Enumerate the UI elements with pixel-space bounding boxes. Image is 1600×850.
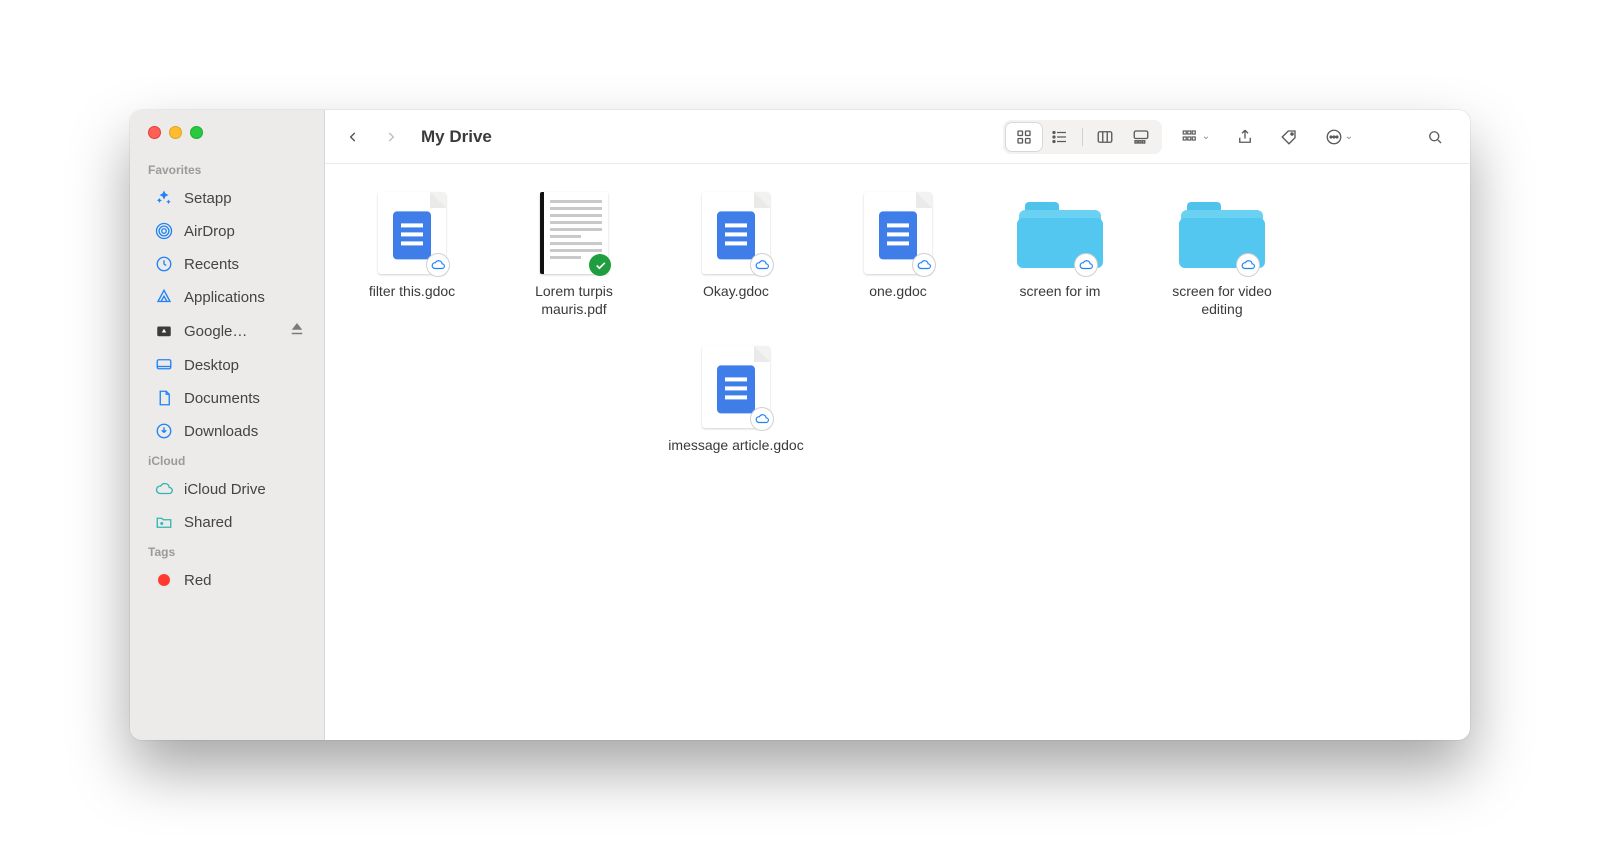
close-window-button[interactable]	[148, 126, 161, 139]
file-item[interactable]: filter this.gdoc	[335, 182, 489, 328]
tag-dot-icon	[154, 570, 174, 590]
desktop-icon	[154, 355, 174, 375]
cloud-badge-icon	[913, 254, 935, 276]
icon-view-button[interactable]	[1006, 123, 1042, 151]
sidebar-item-documents[interactable]: Documents	[136, 382, 318, 414]
shared-folder-icon	[154, 512, 174, 532]
document-icon	[154, 388, 174, 408]
chevron-down-icon: ⌄	[1345, 131, 1353, 142]
sidebar-item-icloud-drive[interactable]: iCloud Drive	[136, 473, 318, 505]
sidebar-item-airdrop[interactable]: AirDrop	[136, 215, 318, 247]
cloud-badge-icon	[1237, 254, 1259, 276]
gdoc-icon	[693, 342, 779, 428]
column-view-button[interactable]	[1087, 123, 1123, 151]
file-item[interactable]: screen for im	[983, 182, 1137, 328]
gdoc-icon	[693, 188, 779, 274]
cloud-badge-icon	[751, 408, 773, 430]
tags-button[interactable]	[1272, 123, 1306, 151]
fullscreen-window-button[interactable]	[190, 126, 203, 139]
airdrop-icon	[154, 221, 174, 241]
sidebar-item-label: Shared	[184, 514, 306, 531]
sidebar-item-label: Desktop	[184, 357, 306, 374]
window-controls	[130, 120, 324, 157]
forward-button[interactable]	[377, 123, 405, 151]
sidebar-item-recents[interactable]: Recents	[136, 248, 318, 280]
more-actions-button[interactable]: ⌄	[1316, 123, 1362, 151]
search-button[interactable]	[1418, 123, 1452, 151]
applications-icon	[154, 287, 174, 307]
back-button[interactable]	[339, 123, 367, 151]
file-name: Okay.gdoc	[703, 282, 769, 300]
setapp-icon	[154, 188, 174, 208]
toolbar: My Drive	[325, 110, 1470, 164]
cloud-badge-icon	[751, 254, 773, 276]
drive-icon	[154, 321, 174, 341]
file-item[interactable]: imessage article.gdoc	[659, 336, 813, 464]
file-item[interactable]: screen for video editing	[1145, 182, 1299, 328]
gallery-view-button[interactable]	[1123, 123, 1159, 151]
sidebar-item-label: Recents	[184, 256, 306, 273]
chevron-down-icon: ⌄	[1202, 131, 1210, 142]
folder-icon	[1179, 188, 1265, 274]
gdoc-icon	[369, 188, 455, 274]
share-button[interactable]	[1228, 123, 1262, 151]
sidebar-item-label: Google…	[184, 323, 278, 340]
sidebar-item-shared[interactable]: Shared	[136, 506, 318, 538]
sidebar-tag-red[interactable]: Red	[136, 564, 318, 596]
file-name: filter this.gdoc	[369, 282, 455, 300]
sidebar-section-icloud: iCloud	[130, 448, 324, 472]
file-name: screen for video editing	[1152, 282, 1292, 318]
folder-icon	[1017, 188, 1103, 274]
sidebar-item-label: Setapp	[184, 190, 306, 207]
list-view-button[interactable]	[1042, 123, 1078, 151]
downloads-icon	[154, 421, 174, 441]
sidebar-item-label: Documents	[184, 390, 306, 407]
main-pane: My Drive	[325, 110, 1470, 740]
group-by-button[interactable]: ⌄	[1172, 123, 1218, 151]
file-item[interactable]: one.gdoc	[821, 182, 975, 328]
sidebar-item-label: AirDrop	[184, 223, 306, 240]
sidebar-item-label: Downloads	[184, 423, 306, 440]
minimize-window-button[interactable]	[169, 126, 182, 139]
pdf-icon	[531, 188, 617, 274]
location-title: My Drive	[421, 127, 492, 147]
cloud-icon	[154, 479, 174, 499]
file-grid-area[interactable]: filter this.gdoc Lorem turpis mauris.pdf…	[325, 164, 1470, 740]
file-name: imessage article.gdoc	[668, 436, 803, 454]
sidebar-item-google-drive[interactable]: Google…	[136, 314, 318, 348]
sidebar-item-label: Applications	[184, 289, 306, 306]
file-name: screen for im	[1020, 282, 1101, 300]
view-mode-group	[1003, 120, 1162, 154]
sidebar: Favorites Setapp AirDrop Recents	[130, 110, 325, 740]
sidebar-item-desktop[interactable]: Desktop	[136, 349, 318, 381]
cloud-badge-icon	[427, 254, 449, 276]
file-item[interactable]: Lorem turpis mauris.pdf	[497, 182, 651, 328]
sidebar-item-applications[interactable]: Applications	[136, 281, 318, 313]
sidebar-item-label: Red	[184, 572, 306, 589]
eject-icon[interactable]	[288, 320, 306, 342]
cloud-badge-icon	[1075, 254, 1097, 276]
file-item[interactable]: Okay.gdoc	[659, 182, 813, 328]
clock-icon	[154, 254, 174, 274]
file-name: one.gdoc	[869, 282, 927, 300]
sidebar-item-setapp[interactable]: Setapp	[136, 182, 318, 214]
sidebar-item-downloads[interactable]: Downloads	[136, 415, 318, 447]
gdoc-icon	[855, 188, 941, 274]
sidebar-item-label: iCloud Drive	[184, 481, 306, 498]
file-name: Lorem turpis mauris.pdf	[504, 282, 644, 318]
synced-check-icon	[589, 254, 611, 276]
sidebar-section-favorites: Favorites	[130, 157, 324, 181]
sidebar-section-tags: Tags	[130, 539, 324, 563]
finder-window: Favorites Setapp AirDrop Recents	[130, 110, 1470, 740]
